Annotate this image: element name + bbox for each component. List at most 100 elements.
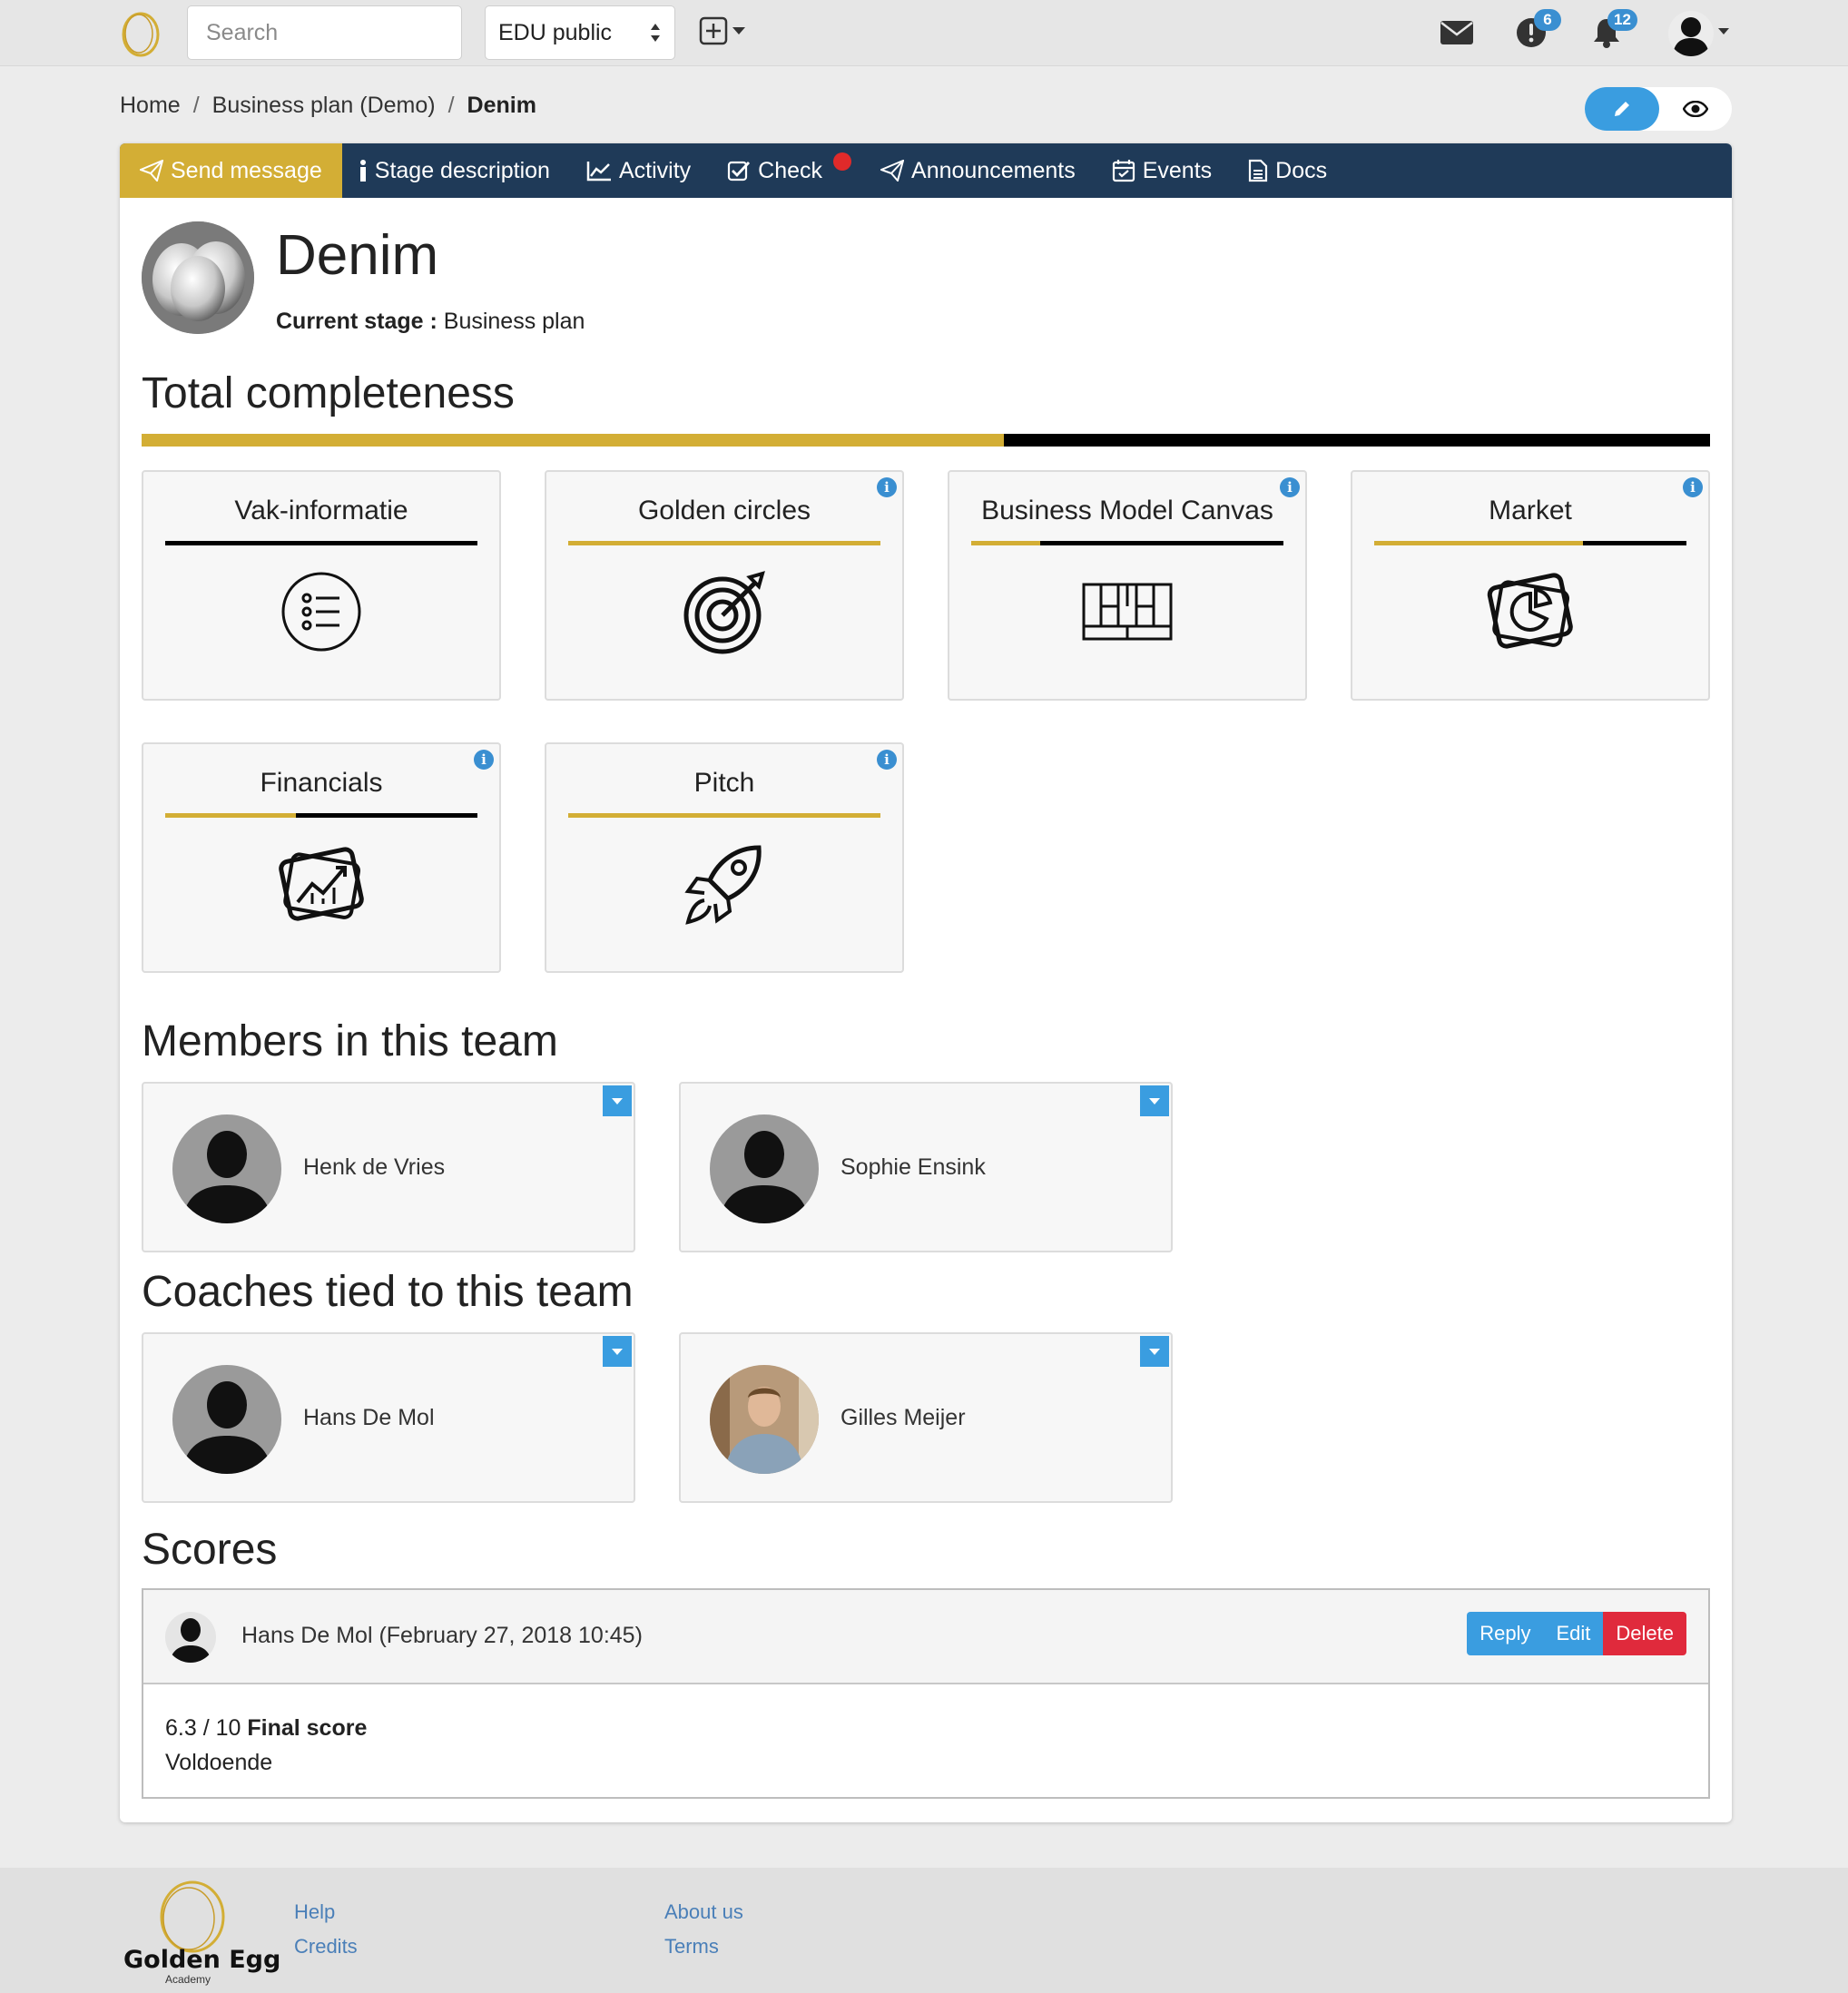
coach-card[interactable]: Hans De Mol [142,1332,635,1503]
edit-mode-button[interactable] [1585,87,1659,131]
module-progress-bar [568,813,880,818]
coach-name: Hans De Mol [303,1405,435,1430]
footer: Golden Egg Academy Help Credits About us… [0,1868,1848,1993]
tab-docs[interactable]: Docs [1230,143,1345,198]
search-input[interactable] [188,6,516,59]
view-mode-button[interactable] [1659,87,1732,131]
edit-button[interactable]: Edit [1543,1612,1604,1655]
module-tile-financials[interactable]: i Financials [142,742,501,973]
user-silhouette-icon [172,1114,281,1223]
info-icon[interactable]: i [877,477,897,497]
score-header: Hans De Mol (February 27, 2018 10:45) Re… [143,1590,1708,1684]
info-icon[interactable]: i [474,750,494,770]
tab-label: Events [1142,157,1213,183]
tab-send-message[interactable]: Send message [120,143,342,198]
top-navbar: EDU public 6 12 [0,0,1848,66]
current-stage: Current stage : Business plan [276,309,585,335]
score-value: 6.3 / 10 Final score [165,1715,367,1742]
paper-plane-icon [880,160,905,182]
caret-down-icon [612,1348,623,1355]
module-progress-fill [1374,541,1584,545]
module-tile-golden-circles[interactable]: i Golden circles [545,470,904,701]
coach-name: Gilles Meijer [840,1405,966,1430]
current-stage-value: Business plan [443,309,585,334]
total-completeness-fill [142,434,1005,447]
team-panel: Send message Stage description Activity … [120,143,1732,1822]
reply-button[interactable]: Reply [1467,1612,1544,1655]
target-icon [683,571,765,654]
user-silhouette-icon [1673,17,1709,56]
breadcrumb-parent[interactable]: Business plan (Demo) [212,93,436,119]
team-logo-image [142,221,254,334]
member-card[interactable]: Sophie Ensink [679,1082,1173,1252]
module-title: Vak-informatie [234,496,408,525]
eye-icon [1683,101,1708,117]
breadcrumb-home[interactable]: Home [120,93,181,119]
footer-link-about-us[interactable]: About us [664,1900,743,1924]
tab-stage-description[interactable]: Stage description [342,143,568,198]
footer-link-help[interactable]: Help [294,1900,335,1924]
canvas-grid-icon [1082,583,1173,641]
calendar-check-icon [1112,160,1135,182]
team-name: Denim [276,224,439,287]
golden-egg-logo-icon[interactable] [120,9,162,58]
footer-brand-sub: Academy [165,1973,211,1986]
notifications-badge: 12 [1607,9,1637,31]
add-menu[interactable] [699,13,746,49]
footer-brand: Golden Egg [123,1946,281,1974]
module-title: Business Model Canvas [981,496,1273,525]
completeness-title: Total completeness [142,369,515,417]
avatar-photo [710,1365,819,1474]
messages-button[interactable] [1440,13,1474,53]
footer-link-credits[interactable]: Credits [294,1935,358,1959]
coach-menu-button[interactable] [603,1336,632,1367]
module-tile-vak-informatie[interactable]: Vak-informatie [142,470,501,701]
member-menu-button[interactable] [1140,1085,1169,1116]
market-pie-icon [1487,573,1573,649]
user-silhouette-icon [710,1114,819,1223]
score-entry: Hans De Mol (February 27, 2018 10:45) Re… [142,1588,1710,1799]
financial-chart-icon [279,847,364,921]
module-tile-business-model-canvas[interactable]: i Business Model Canvas [948,470,1307,701]
alerts-button[interactable]: 6 [1516,9,1561,53]
delete-button[interactable]: Delete [1603,1612,1686,1655]
notifications-button[interactable]: 12 [1591,9,1637,53]
module-tile-market[interactable]: i Market [1351,470,1710,701]
member-card[interactable]: Henk de Vries [142,1082,635,1252]
breadcrumb-current: Denim [467,93,536,118]
tab-label: Send message [171,157,322,183]
space-select[interactable]: EDU public [485,5,675,60]
plus-square-icon [699,16,728,45]
member-menu-button[interactable] [603,1085,632,1116]
module-tile-pitch[interactable]: i Pitch [545,742,904,973]
info-icon[interactable]: i [877,750,897,770]
coach-menu-button[interactable] [1140,1336,1169,1367]
check-square-icon [728,161,751,182]
module-progress-fill [568,541,880,545]
coaches-title: Coaches tied to this team [142,1268,634,1316]
user-avatar-menu[interactable] [1668,11,1714,56]
info-icon[interactable]: i [1280,477,1300,497]
footer-link-terms[interactable]: Terms [664,1935,719,1959]
current-stage-label: Current stage : [276,309,437,334]
module-title: Market [1489,496,1572,525]
caret-down-icon [1149,1348,1160,1355]
avatar [710,1114,819,1223]
tab-announcements[interactable]: Announcements [862,143,1094,198]
tab-events[interactable]: Events [1094,143,1230,198]
module-title: Financials [260,768,383,798]
coach-card[interactable]: Gilles Meijer [679,1332,1173,1503]
score-author: Hans De Mol (February 27, 2018 10:45) [241,1623,643,1648]
tab-check[interactable]: Check [709,143,862,198]
alerts-badge: 6 [1534,9,1561,31]
member-name: Sophie Ensink [840,1154,986,1180]
user-menu-caret-icon[interactable] [1717,27,1730,35]
tab-activity[interactable]: Activity [568,143,709,198]
score-actions: Reply Edit Delete [1467,1612,1686,1655]
members-title: Members in this team [142,1017,558,1065]
module-progress-bar [1374,541,1686,545]
info-icon[interactable]: i [1683,477,1703,497]
team-logo [142,221,254,334]
breadcrumb: Home / Business plan (Demo) / Denim [120,93,536,119]
module-progress-fill [165,813,297,818]
